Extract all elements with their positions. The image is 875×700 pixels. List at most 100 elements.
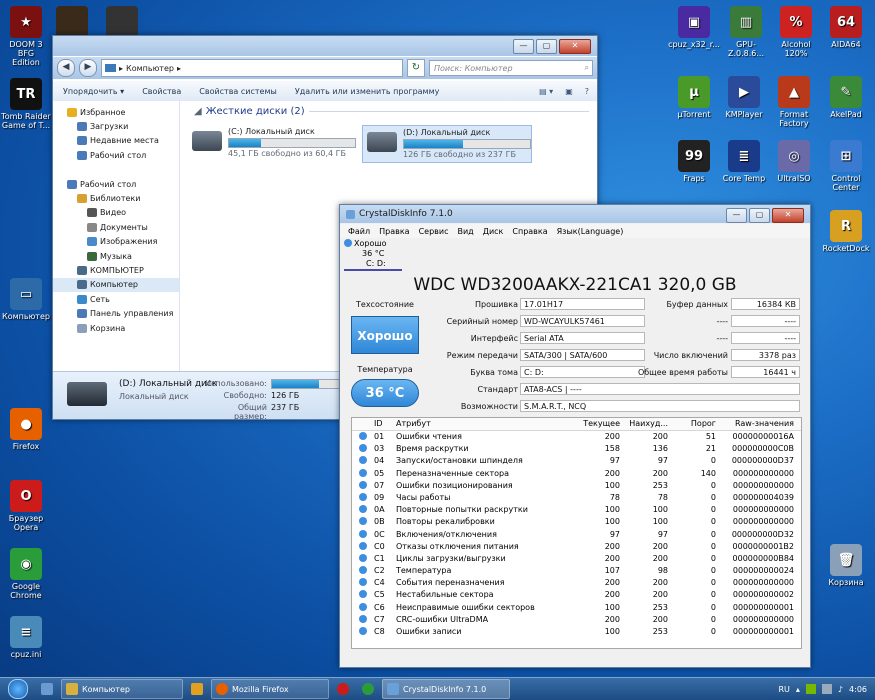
drive-d[interactable]: (D:) Локальный диск 126 ГБ свободно из 2… — [362, 125, 532, 163]
crystaldiskinfo-window[interactable]: CrystalDiskInfo 7.1.0 — ▢ ✕ Файл Правка Се… — [339, 204, 811, 668]
volume-icon[interactable]: ♪ — [838, 685, 843, 694]
nav-item[interactable]: КОМПЬЮТЕР — [53, 263, 179, 277]
desktop-icon[interactable]: ▭ Компьютер — [0, 278, 52, 321]
smart-row[interactable]: C8 Ошибки записи 100 253 0 000000000001 — [352, 626, 801, 638]
system-properties-button[interactable]: Свойства системы — [199, 87, 277, 96]
smart-row[interactable]: C1 Циклы загрузки/выгрузки 200 200 0 00000000… — [352, 553, 801, 565]
smart-row[interactable]: 04 Запуски/остановки шпинделя 97 97 0 0000000… — [352, 455, 801, 467]
drive-c[interactable]: (C:) Локальный диск 45,1 ГБ свободно из … — [188, 125, 356, 161]
smart-row[interactable]: 0C Включения/отключения 97 97 0 000000000D32 — [352, 529, 801, 541]
menu-item[interactable]: Сервис — [419, 227, 449, 236]
desktop-icon[interactable]: ▶ KMPlayer — [718, 76, 770, 119]
col-threshold[interactable]: Порог — [668, 418, 716, 430]
nav-item[interactable]: Компьютер — [53, 277, 179, 293]
desktop-icon[interactable]: ● Firefox — [0, 408, 52, 451]
smart-row[interactable]: C6 Неисправимые ошибки секторов 100 253 0 000… — [352, 602, 801, 614]
desktop-icon[interactable]: ▥ GPU-Z.0.8.6... — [720, 6, 772, 58]
col-worst[interactable]: Наихуд... — [620, 418, 668, 430]
menu-item[interactable]: Справка — [512, 227, 547, 236]
help-icon[interactable]: ? — [585, 87, 589, 96]
address-box[interactable]: ▸ Компьютер ▸ — [101, 59, 403, 77]
desktop-icon[interactable]: 64 AIDA64 — [820, 6, 872, 49]
show-desktop-icon[interactable] — [36, 680, 58, 698]
menu-item[interactable]: Вид — [457, 227, 473, 236]
close-icon[interactable]: ✕ — [772, 208, 804, 223]
smart-row[interactable]: C4 События переназначения 200 200 0 000000000… — [352, 577, 801, 589]
organize-button[interactable]: Упорядочить ▾ — [63, 87, 124, 96]
desktop-icon[interactable]: ▣ cpuz_x32_r... — [668, 6, 720, 49]
desktop-icon[interactable]: % Alcohol 120% — [770, 6, 822, 58]
back-button[interactable]: ◀ — [57, 59, 75, 77]
explorer-titlebar[interactable]: — ▢ ✕ — [53, 36, 597, 56]
desktop-icon[interactable]: O Браузер Opera — [0, 480, 52, 532]
breadcrumb-chevron-icon[interactable]: ▸ — [177, 64, 181, 73]
menu-item[interactable]: Правка — [379, 227, 409, 236]
minimize-icon[interactable]: — — [726, 208, 747, 223]
nav-item[interactable]: Музыка — [53, 249, 179, 263]
nav-item[interactable]: Сеть — [53, 292, 179, 306]
smart-row[interactable]: 03 Время раскрутки 158 136 21 000000000C0B — [352, 443, 801, 455]
preview-pane-icon[interactable]: ▣ — [565, 87, 573, 96]
smart-row[interactable]: C7 CRC-ошибки UltraDMA 200 200 0 000000000000 — [352, 614, 801, 626]
cdi-titlebar[interactable]: CrystalDiskInfo 7.1.0 — ▢ ✕ — [340, 205, 810, 223]
desktop-icon[interactable]: µ µTorrent — [668, 76, 720, 119]
smart-table[interactable]: ID Атрибут Текущее Наихуд... Порог Raw-з… — [351, 417, 802, 649]
nav-item[interactable]: Панель управления — [53, 306, 179, 320]
breadcrumb-computer[interactable]: Компьютер — [126, 64, 174, 73]
col-raw[interactable]: Raw-значения — [716, 418, 797, 430]
nav-item[interactable]: Загрузки — [53, 119, 179, 133]
minimize-icon[interactable]: — — [513, 39, 534, 54]
desktop-icon[interactable]: ✎ AkelPad — [820, 76, 872, 119]
tray-arrow-icon[interactable]: ▴ — [796, 685, 800, 694]
clock[interactable]: 4:06 — [849, 685, 867, 694]
smart-row[interactable]: 05 Переназначенные сектора 200 200 140 000000… — [352, 468, 801, 480]
desktop-icon[interactable]: ◉ Google Chrome — [0, 548, 52, 600]
taskbar-explorer-button[interactable]: Компьютер — [61, 679, 183, 699]
properties-button[interactable]: Свойства — [142, 87, 181, 96]
nvidia-icon[interactable] — [805, 684, 816, 694]
desktop-icon[interactable]: 99 Fraps — [668, 140, 720, 183]
nav-item[interactable]: Недавние места — [53, 134, 179, 148]
network-icon[interactable] — [821, 684, 832, 694]
chrome-icon[interactable] — [357, 680, 379, 698]
nav-item[interactable]: Рабочий стол — [53, 148, 179, 162]
desktop-icon[interactable]: ≣ Core Temp — [718, 140, 770, 183]
desktop-icon[interactable]: ★ DOOM 3 BFG Edition — [0, 6, 52, 67]
uninstall-program-button[interactable]: Удалить или изменить программу — [295, 87, 440, 96]
start-button[interactable] — [0, 678, 36, 700]
smart-row[interactable]: 0A Повторные попытки раскрутки 100 100 0 0000… — [352, 504, 801, 516]
smart-row[interactable]: C5 Нестабильные сектора 200 200 0 00000000000… — [352, 589, 801, 601]
smart-row[interactable]: 09 Часы работы 78 78 0 000000004039 — [352, 492, 801, 504]
menu-item[interactable]: Файл — [348, 227, 370, 236]
nav-item[interactable]: Изображения — [53, 235, 179, 249]
close-icon[interactable]: ✕ — [559, 39, 591, 54]
menu-item[interactable]: Язык(Language) — [557, 227, 624, 236]
collapse-icon[interactable]: ◢ — [194, 106, 202, 117]
health-status-badge[interactable]: Хорошо — [351, 316, 419, 354]
desktop-icon[interactable]: ≡ cpuz.ini — [0, 616, 52, 659]
desktop-icon[interactable]: ▲ Format Factory — [768, 76, 820, 128]
refresh-button[interactable]: ↻ — [407, 59, 425, 77]
smart-row[interactable]: 07 Ошибки позиционирования 100 253 0 00000000… — [352, 480, 801, 492]
desktop-icon[interactable]: ⊞ Control Center — [820, 140, 872, 192]
col-id[interactable]: ID — [374, 418, 396, 430]
drive-tab[interactable]: Хорошо 36 °C C: D: — [344, 239, 402, 271]
desktop-icon[interactable]: R RocketDock — [820, 210, 872, 253]
search-input[interactable]: Поиск: Компьютер ⌕ — [429, 60, 593, 76]
smart-row[interactable]: C0 Отказы отключения питания 200 200 0 000000… — [352, 541, 801, 553]
maximize-icon[interactable]: ▢ — [536, 39, 557, 54]
media-player-icon[interactable] — [186, 680, 208, 698]
nav-item[interactable]: Избранное — [53, 105, 179, 119]
menu-item[interactable]: Диск — [483, 227, 504, 236]
nav-item[interactable]: Библиотеки — [53, 191, 179, 205]
nav-item[interactable]: Рабочий стол — [53, 177, 179, 191]
nav-item[interactable]: Корзина — [53, 321, 179, 335]
group-header-hard-disks[interactable]: ◢ Жесткие диски (2) — [180, 101, 597, 117]
taskbar-firefox-button[interactable]: Mozilla Firefox — [211, 679, 329, 699]
smart-row[interactable]: 01 Ошибки чтения 200 200 51 00000000016A — [352, 431, 801, 443]
smart-row[interactable]: C2 Температура 107 98 0 000000000024 — [352, 565, 801, 577]
opera-icon[interactable] — [332, 680, 354, 698]
desktop-icon[interactable]: 🗑 Корзина — [820, 544, 872, 587]
forward-button[interactable]: ▶ — [79, 59, 97, 77]
smart-row[interactable]: 0B Повторы рекалибровки 100 100 0 00000000000… — [352, 516, 801, 528]
